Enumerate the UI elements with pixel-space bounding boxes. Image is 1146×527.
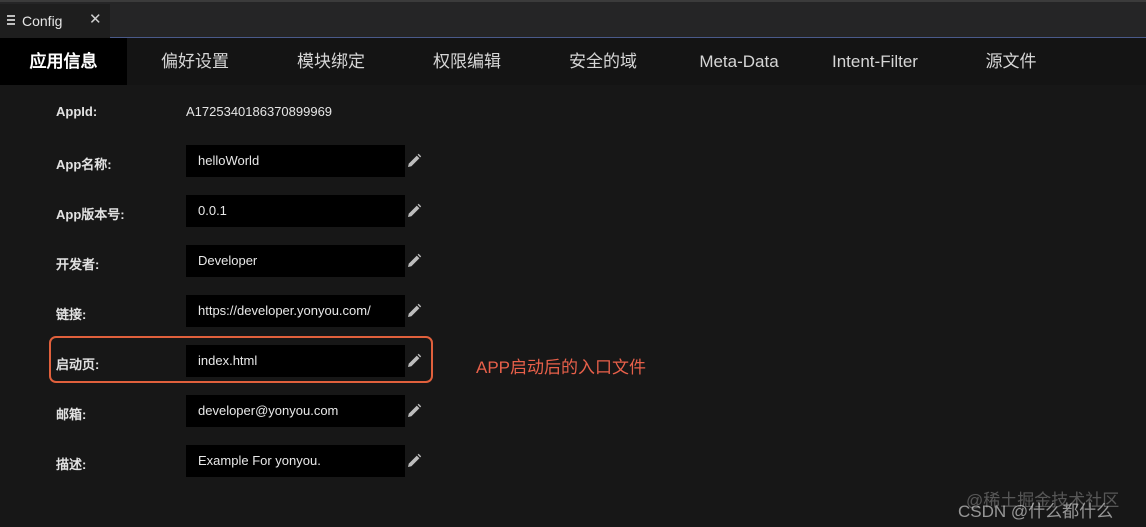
appid-label: AppId: — [56, 104, 98, 119]
tab-secure-domains[interactable]: 安全的域 — [535, 38, 671, 85]
app-name-field[interactable]: helloWorld — [186, 145, 405, 177]
description-field[interactable]: Example For yonyou. — [186, 445, 405, 477]
developer-field[interactable]: Developer — [186, 245, 405, 277]
menu-lines-icon — [7, 15, 16, 27]
description-label: 描述: — [56, 457, 87, 472]
pencil-icon[interactable] — [405, 452, 423, 470]
config-nav: 应用信息 偏好设置 模块绑定 权限编辑 安全的域 Meta-Data Inten… — [0, 38, 1146, 85]
link-field[interactable]: https://developer.yonyou.com/ — [186, 295, 405, 327]
tab-title: Config — [22, 13, 63, 29]
pencil-icon[interactable] — [405, 352, 423, 370]
email-label: 邮箱: — [56, 407, 87, 422]
editor-tab-bar: Config ✕ — [0, 0, 1146, 40]
developer-label: 开发者: — [56, 257, 100, 272]
app-version-field[interactable]: 0.0.1 — [186, 195, 405, 227]
config-tab[interactable]: Config ✕ — [0, 4, 110, 40]
close-icon[interactable]: ✕ — [89, 12, 102, 28]
pencil-icon[interactable] — [405, 252, 423, 270]
link-label: 链接: — [56, 307, 87, 322]
tab-meta-data[interactable]: Meta-Data — [671, 38, 807, 85]
start-page-field[interactable]: index.html — [186, 345, 405, 377]
pencil-icon[interactable] — [405, 402, 423, 420]
appid-value: A1725340186370899969 — [186, 104, 333, 119]
tab-permission-edit[interactable]: 权限编辑 — [399, 38, 535, 85]
pencil-icon[interactable] — [405, 302, 423, 320]
app-version-label: App版本号: — [56, 207, 125, 222]
tab-module-binding[interactable]: 模块绑定 — [263, 38, 399, 85]
pencil-icon[interactable] — [405, 202, 423, 220]
pencil-icon[interactable] — [405, 152, 423, 170]
app-name-label: App名称: — [56, 157, 112, 172]
email-field[interactable]: developer@yonyou.com — [186, 395, 405, 427]
watermark-csdn: CSDN @什么都什么 — [958, 502, 1114, 521]
tab-intent-filter[interactable]: Intent-Filter — [807, 38, 943, 85]
app-info-panel — [0, 85, 1146, 527]
start-page-label: 启动页: — [56, 357, 100, 372]
tab-app-info[interactable]: 应用信息 — [0, 38, 127, 85]
tab-preferences[interactable]: 偏好设置 — [127, 38, 263, 85]
tab-source-file[interactable]: 源文件 — [943, 38, 1079, 85]
start-page-annotation: APP启动后的入口文件 — [476, 358, 647, 377]
